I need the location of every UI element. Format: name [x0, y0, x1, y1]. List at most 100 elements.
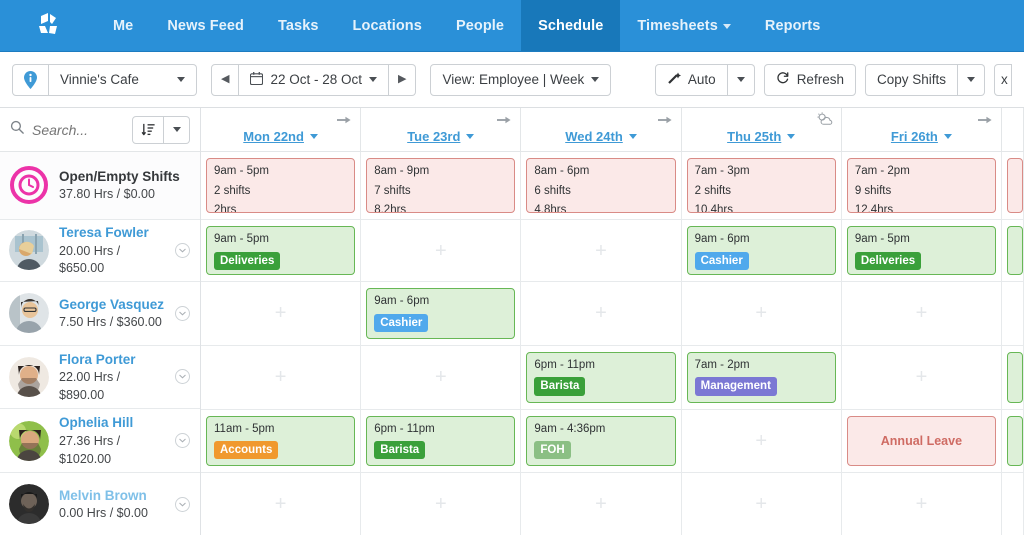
shift-card[interactable]: 9am - 6pm Cashier — [366, 288, 516, 339]
chevron-down-icon[interactable] — [175, 433, 190, 449]
cell-melvin-fri[interactable]: + — [842, 473, 1003, 535]
open-shift-card[interactable]: 7am - 2pm 9 shifts 12.4hrs — [846, 158, 997, 213]
cell-open-fri[interactable]: 7am - 2pm 9 shifts 12.4hrs — [842, 152, 1003, 219]
chevron-down-icon[interactable] — [175, 496, 190, 512]
cell-george-fri[interactable]: + — [842, 282, 1003, 345]
shift-card[interactable]: 7am - 2pm Management — [686, 351, 836, 403]
cell-flora-fri[interactable]: + — [842, 345, 1003, 409]
search-box[interactable] — [10, 120, 126, 139]
open-shift-card[interactable]: 8am - 9pm 7 shifts 8.2hrs — [366, 158, 516, 213]
chevron-down-icon[interactable] — [175, 305, 190, 321]
day-header-wed[interactable]: Wed 24th — [521, 108, 682, 151]
info-pin-icon[interactable] — [12, 63, 49, 96]
location-selector[interactable]: Vinnie's Cafe — [12, 63, 197, 96]
cell-george-thu[interactable]: + — [682, 282, 842, 345]
chevron-down-icon[interactable] — [175, 369, 190, 385]
cell-george-wed[interactable]: + — [521, 282, 682, 345]
location-dropdown[interactable]: Vinnie's Cafe — [49, 63, 197, 96]
day-header-fri[interactable]: Fri 26th — [842, 108, 1003, 151]
leave-card[interactable]: Annual Leave — [846, 415, 997, 467]
cell-open-wed[interactable]: 8am - 6pm 6 shifts 4.8hrs — [521, 152, 682, 219]
cell-george-sat-partial[interactable] — [1002, 282, 1024, 345]
cell-open-mon[interactable]: 9am - 5pm 2 shifts 2hrs — [201, 152, 362, 219]
cell-flora-thu[interactable]: 7am - 2pm Management — [682, 345, 842, 409]
arrow-right-icon[interactable] — [978, 112, 993, 130]
arrow-right-icon[interactable] — [337, 112, 352, 130]
refresh-button[interactable]: Refresh — [763, 63, 856, 96]
sidebar-row-ophelia-hill[interactable]: Ophelia Hill 27.36 Hrs / $1020.00 — [0, 409, 200, 474]
cell-teresa-tue[interactable]: + — [361, 220, 522, 281]
shift-card[interactable]: 6pm - 11pm Barista — [526, 351, 676, 403]
day-header-thu[interactable]: Thu 25th — [682, 108, 842, 151]
cell-teresa-wed[interactable]: + — [521, 220, 682, 281]
cell-melvin-thu[interactable]: + — [682, 473, 842, 535]
copy-shifts-dropdown-button[interactable] — [958, 63, 985, 96]
arrow-right-icon[interactable] — [657, 112, 673, 130]
cell-teresa-thu[interactable]: 9am - 6pm Cashier — [682, 220, 842, 281]
shift-card[interactable]: 9am - 5pm Deliveries — [206, 226, 356, 275]
cell-flora-sat-partial[interactable] — [1002, 345, 1024, 409]
cell-flora-mon[interactable]: + — [201, 345, 362, 409]
cell-melvin-sat-partial[interactable] — [1002, 473, 1024, 535]
cell-teresa-sat-partial[interactable] — [1002, 220, 1024, 281]
sidebar-row-flora-porter[interactable]: Flora Porter 22.00 Hrs / $890.00 — [0, 345, 200, 410]
sort-dropdown-button[interactable] — [164, 115, 190, 144]
cell-melvin-tue[interactable]: + — [361, 473, 522, 535]
search-input[interactable] — [32, 121, 126, 138]
auto-dropdown-button[interactable] — [727, 63, 755, 96]
cell-ophelia-mon[interactable]: 11am - 5pm Accounts — [201, 409, 362, 473]
nav-item-schedule[interactable]: Schedule — [521, 0, 621, 51]
cell-ophelia-thu[interactable]: + — [682, 409, 842, 473]
cell-flora-tue[interactable]: + — [361, 345, 522, 409]
chevron-down-icon[interactable] — [175, 242, 190, 258]
open-shift-card-partial[interactable] — [1007, 158, 1024, 213]
cell-george-mon[interactable]: + — [201, 282, 362, 345]
cell-teresa-fri[interactable]: 9am - 5pm Deliveries — [842, 220, 1003, 281]
sort-icon[interactable] — [132, 115, 164, 144]
cell-open-tue[interactable]: 8am - 9pm 7 shifts 8.2hrs — [361, 152, 522, 219]
prev-week-button[interactable]: ◀ — [211, 63, 240, 96]
next-week-button[interactable]: ▶ — [389, 63, 417, 96]
view-selector[interactable]: View: Employee | Week — [430, 63, 612, 96]
nav-item-people[interactable]: People — [439, 0, 521, 51]
sidebar-row-open-empty-shifts[interactable]: Open/Empty Shifts 37.80 Hrs / $0.00 — [0, 152, 200, 220]
open-shift-card[interactable]: 8am - 6pm 6 shifts 4.8hrs — [526, 158, 676, 213]
shift-card[interactable]: 9am - 6pm Cashier — [686, 226, 836, 275]
cell-ophelia-wed[interactable]: 9am - 4:36pm FOH — [521, 409, 682, 473]
shift-card[interactable]: 6pm - 11pm Barista — [366, 415, 516, 467]
shift-card[interactable]: 9am - 5pm Deliveries — [846, 226, 997, 275]
cell-ophelia-fri[interactable]: Annual Leave — [842, 409, 1003, 473]
cell-george-tue[interactable]: 9am - 6pm Cashier — [361, 282, 522, 345]
sidebar-row-melvin-brown[interactable]: Melvin Brown 0.00 Hrs / $0.00 — [0, 473, 200, 535]
sidebar-row-teresa-fowler[interactable]: Teresa Fowler 20.00 Hrs / $650.00 — [0, 219, 200, 282]
day-header-mon[interactable]: Mon 22nd — [201, 108, 362, 151]
cell-ophelia-sat-partial[interactable] — [1002, 409, 1024, 473]
open-shift-card[interactable]: 7am - 3pm 2 shifts 10.4hrs — [686, 158, 836, 213]
shift-card-partial[interactable] — [1007, 351, 1024, 403]
nav-item-reports[interactable]: Reports — [748, 0, 838, 51]
nav-item-news-feed[interactable]: News Feed — [150, 0, 261, 51]
cell-ophelia-tue[interactable]: 6pm - 11pm Barista — [361, 409, 522, 473]
cell-melvin-wed[interactable]: + — [521, 473, 682, 535]
arrow-right-icon[interactable] — [497, 112, 512, 130]
cell-melvin-mon[interactable]: + — [201, 473, 362, 535]
cell-teresa-mon[interactable]: 9am - 5pm Deliveries — [201, 220, 362, 281]
nav-item-locations[interactable]: Locations — [336, 0, 439, 51]
shift-card-partial[interactable] — [1007, 415, 1024, 467]
day-header-tue[interactable]: Tue 23rd — [361, 108, 522, 151]
auto-button[interactable]: Auto — [654, 63, 728, 96]
copy-shifts-button[interactable]: Copy Shifts — [864, 63, 958, 96]
open-shift-card[interactable]: 9am - 5pm 2 shifts 2hrs — [206, 158, 356, 213]
nav-item-timesheets[interactable]: Timesheets — [620, 0, 748, 51]
nav-item-me[interactable]: Me — [96, 0, 150, 51]
sidebar-row-george-vasquez[interactable]: George Vasquez 7.50 Hrs / $360.00 — [0, 281, 200, 346]
overflow-action-button[interactable]: x — [994, 63, 1012, 96]
day-header-next-partial[interactable] — [1002, 108, 1024, 151]
shift-card-partial[interactable] — [1007, 226, 1024, 275]
cell-flora-wed[interactable]: 6pm - 11pm Barista — [521, 345, 682, 409]
deputy-logo-icon[interactable] — [0, 0, 96, 51]
cell-open-sat-partial[interactable] — [1002, 152, 1024, 219]
cell-open-thu[interactable]: 7am - 3pm 2 shifts 10.4hrs — [682, 152, 842, 219]
nav-item-tasks[interactable]: Tasks — [261, 0, 336, 51]
date-range-button[interactable]: 22 Oct - 28 Oct — [239, 63, 390, 96]
